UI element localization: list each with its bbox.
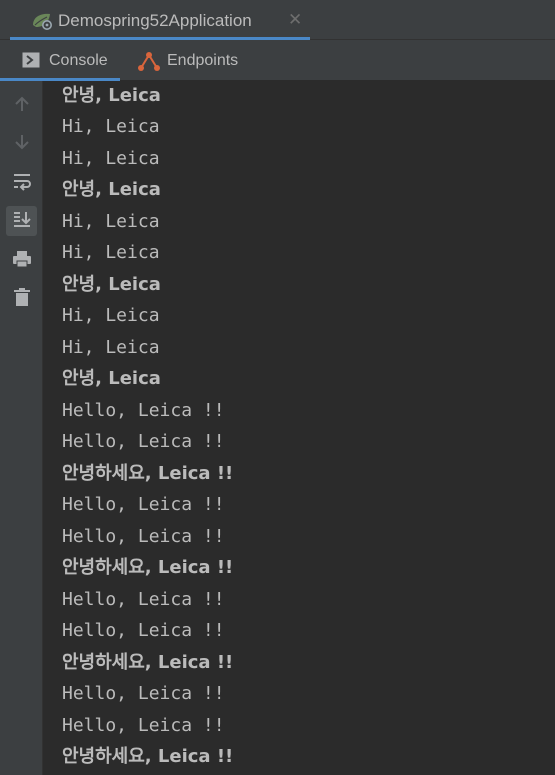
console-line: Hello, Leica !! [62, 494, 225, 515]
up-arrow-icon [13, 95, 31, 117]
console-line: Hi, Leica [62, 116, 160, 137]
tab-console[interactable]: Console [0, 40, 120, 81]
console-side-toolbar [0, 81, 43, 775]
console-line: 안녕하세요, Leica !! [62, 557, 234, 578]
console-line: Hello, Leica !! [62, 431, 225, 452]
scroll-to-end-button[interactable] [6, 206, 37, 236]
down-arrow-icon [13, 133, 31, 155]
tab-endpoints-label: Endpoints [167, 52, 239, 69]
console-line: Hi, Leica [62, 148, 160, 169]
run-tab-label: Demospring52Application [58, 11, 252, 30]
console-line: Hi, Leica [62, 242, 160, 263]
spring-boot-icon [30, 10, 54, 32]
console-line: 안녕, Leica [62, 85, 161, 106]
console-line: Hello, Leica !! [62, 620, 225, 641]
clear-all-button[interactable] [6, 284, 37, 314]
console-line: 안녕, Leica [62, 179, 161, 200]
down-arrow-button[interactable] [6, 129, 37, 159]
console-line: Hi, Leica [62, 305, 160, 326]
console-line: Hello, Leica !! [62, 715, 225, 736]
close-icon[interactable]: ✕ [288, 10, 302, 30]
run-tab-bar: Demospring52Application ✕ [0, 0, 555, 40]
console-line: Hello, Leica !! [62, 400, 225, 421]
run-tab-demospring52application[interactable]: Demospring52Application ✕ [10, 0, 310, 40]
print-button[interactable] [6, 246, 37, 276]
console-output[interactable]: 안녕, Leica Hi, Leica Hi, Leica 안녕, Leica … [43, 81, 555, 775]
console-line: 안녕하세요, Leica !! [62, 746, 234, 767]
up-arrow-button[interactable] [6, 91, 37, 121]
console-line: Hello, Leica !! [62, 589, 225, 610]
console-line: Hello, Leica !! [62, 526, 225, 547]
soft-wrap-button[interactable] [6, 168, 37, 198]
endpoints-icon [137, 50, 161, 76]
console-line: Hi, Leica [62, 211, 160, 232]
console-line: Hi, Leica [62, 337, 160, 358]
print-icon [12, 249, 32, 273]
tab-endpoints[interactable]: Endpoints [125, 40, 260, 81]
console-tab-bar: Console Endpoints [0, 40, 555, 81]
console-line: 안녕하세요, Leica !! [62, 652, 234, 673]
console-line: 안녕, Leica [62, 274, 161, 295]
tab-console-label: Console [49, 52, 108, 69]
run-tool-window: Demospring52Application ✕ Console Endpoi… [0, 0, 555, 775]
scroll-to-end-icon [12, 209, 32, 233]
console-line: Hello, Leica !! [62, 683, 225, 704]
trash-icon [13, 287, 31, 311]
soft-wrap-icon [12, 171, 32, 195]
console-line: 안녕, Leica [62, 368, 161, 389]
console-icon [22, 52, 40, 72]
console-line: 안녕하세요, Leica !! [62, 463, 234, 484]
